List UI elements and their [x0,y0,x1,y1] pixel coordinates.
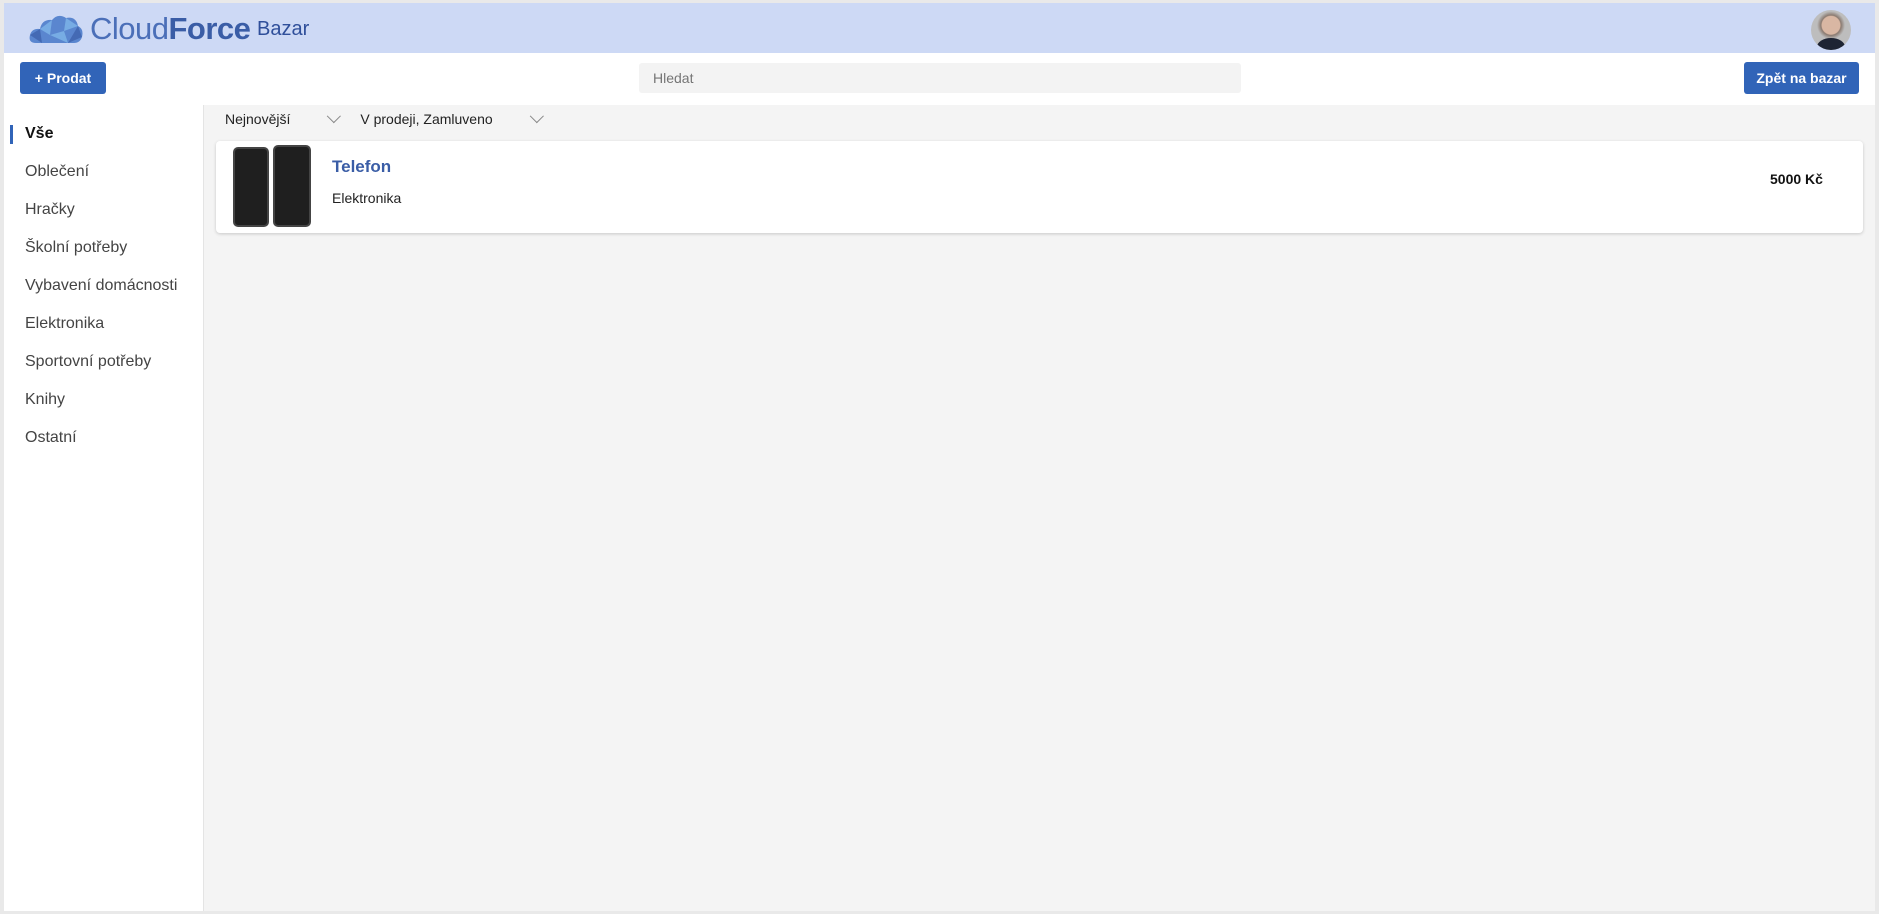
chevron-down-icon [327,109,342,124]
logo-text: CloudForce [90,11,251,46]
sort-value: Nejnovější [225,111,291,127]
toolbar: + Prodat Zpět na bazar [4,53,1875,105]
listing-title[interactable]: Telefon [332,157,391,177]
back-to-bazar-button[interactable]: Zpět na bazar [1744,62,1859,94]
filters: Nejnovější V prodeji, Zamluveno [225,109,563,127]
sort-dropdown[interactable]: Nejnovější [225,109,342,127]
product-image [273,145,311,227]
status-dropdown[interactable]: V prodeji, Zamluveno [360,109,544,127]
header: CloudForce Bazar [4,3,1875,53]
chevron-down-icon [529,109,544,124]
sidebar-item-books[interactable]: Knihy [4,385,204,415]
app-title: Bazar [257,18,310,40]
search-input[interactable] [639,63,1241,93]
sell-button[interactable]: + Prodat [20,62,106,94]
category-sidebar: Vše Oblečení Hračky Školní potřeby Vybav… [4,105,204,911]
logo[interactable]: CloudForce [28,11,251,47]
sidebar-item-toys[interactable]: Hračky [4,195,204,225]
avatar[interactable] [1811,10,1851,50]
app-frame: CloudForce Bazar + Prodat Zpět na bazar … [4,3,1875,911]
listing-card[interactable]: Telefon Elektronika 5000 Kč [216,141,1863,233]
status-value: V prodeji, Zamluveno [360,111,493,127]
product-image [233,147,269,227]
sidebar-item-household[interactable]: Vybavení domácnosti [4,271,204,301]
sidebar-item-electronics[interactable]: Elektronika [4,309,204,339]
listing-category: Elektronika [332,190,402,206]
sidebar-item-clothing[interactable]: Oblečení [4,157,204,187]
sidebar-item-other[interactable]: Ostatní [4,423,204,453]
sidebar-item-school[interactable]: Školní potřeby [4,233,204,263]
listing-price: 5000 Kč [1770,171,1823,187]
cloud-logo-icon [29,15,83,43]
sidebar-item-all[interactable]: Vše [4,119,204,149]
sidebar-item-sports[interactable]: Sportovní potřeby [4,347,204,377]
